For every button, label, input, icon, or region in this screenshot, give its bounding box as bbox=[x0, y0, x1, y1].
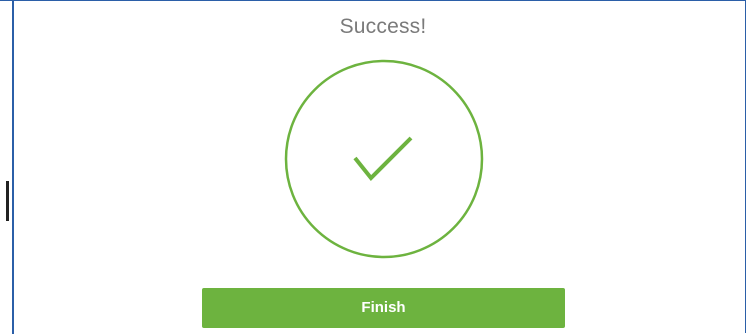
finish-button[interactable]: Finish bbox=[202, 288, 565, 328]
window-edge-marker bbox=[6, 181, 9, 221]
checkmark-icon bbox=[353, 136, 413, 181]
success-dialog: Success! Finish bbox=[0, 0, 746, 334]
window-left-edge bbox=[0, 1, 14, 334]
dialog-title: Success! bbox=[339, 15, 427, 38]
success-circle bbox=[284, 59, 484, 259]
checkmark-circle-icon bbox=[284, 59, 484, 259]
